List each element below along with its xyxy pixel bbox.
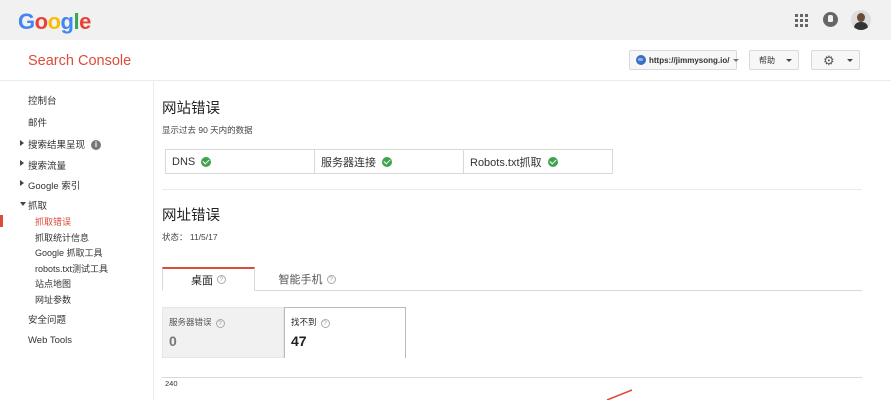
help-button[interactable]: 帮助	[749, 50, 799, 70]
site-selector[interactable]: https://jimmysong.io/	[629, 50, 740, 70]
status-label: 服务器连接	[321, 156, 376, 169]
metric-label: 找不到?	[291, 316, 330, 328]
tab-desktop[interactable]: 桌面 ?	[162, 267, 255, 291]
logo-letter: e	[79, 9, 91, 34]
check-icon	[382, 156, 392, 167]
expand-arrow-icon[interactable]	[20, 160, 24, 166]
status-label: DNS	[172, 155, 196, 168]
url-errors-title: 网址错误	[162, 208, 220, 224]
sidebar-subitem-crawl-stats[interactable]: 抓取统计信息	[35, 231, 89, 244]
server-connectivity-status[interactable]: 服务器连接	[315, 150, 464, 173]
sidebar-item-search-traffic[interactable]: 搜索流量	[28, 158, 66, 172]
sidebar-item-messages[interactable]: 邮件	[28, 115, 47, 129]
google-bar: Google	[0, 0, 891, 40]
settings-button[interactable]: ⚙	[811, 50, 860, 70]
sidebar-item-label: 搜索结果呈现	[28, 140, 86, 151]
sidebar: 控制台 邮件 搜索结果呈现 i 搜索流量 Google 索引 抓取 抓取错误 抓取…	[0, 81, 154, 400]
collapse-arrow-icon[interactable]	[20, 202, 26, 206]
sidebar-item-web-tools[interactable]: Web Tools	[28, 335, 72, 346]
tab-label: 桌面	[191, 274, 213, 287]
logo-letter: G	[18, 9, 35, 34]
sidebar-item-google-index[interactable]: Google 索引	[28, 178, 80, 192]
metric-value: 47	[291, 333, 307, 349]
sidebar-item-crawl[interactable]: 抓取	[28, 198, 47, 212]
apps-grid-icon[interactable]	[795, 14, 808, 27]
site-errors-table: DNS 服务器连接 Robots.txt抓取	[165, 149, 613, 174]
errors-chart	[606, 389, 633, 400]
globe-icon	[636, 55, 646, 65]
chevron-down-icon	[786, 59, 792, 62]
tab-smartphone[interactable]: 智能手机 ?	[262, 267, 352, 291]
logo-letter: g	[60, 9, 74, 34]
logo-letter: o	[34, 9, 48, 34]
notifications-icon[interactable]	[823, 12, 838, 27]
section-divider	[162, 189, 862, 190]
main-content: 网站错误 显示过去 90 天内的数据 DNS 服务器连接 Robots.txt抓…	[162, 81, 862, 400]
chevron-down-icon	[733, 58, 740, 62]
sidebar-subitem-fetch-as-google[interactable]: Google 抓取工具	[35, 246, 103, 259]
account-avatar[interactable]	[851, 10, 871, 30]
sidebar-subitem-url-parameters[interactable]: 网址参数	[35, 293, 71, 306]
help-circle-icon[interactable]: ?	[217, 275, 226, 284]
check-icon	[547, 156, 558, 167]
expand-arrow-icon[interactable]	[20, 180, 24, 186]
sidebar-subitem-crawl-errors[interactable]: 抓取错误	[35, 215, 71, 228]
info-icon[interactable]: i	[91, 140, 102, 151]
metric-label-text: 服务器错误	[169, 317, 212, 327]
sidebar-subitem-sitemaps[interactable]: 站点地图	[35, 277, 71, 290]
gear-icon: ⚙	[823, 53, 835, 68]
metric-not-found[interactable]: 找不到? 47	[284, 307, 406, 358]
status-label: Robots.txt抓取	[470, 156, 542, 169]
console-header: Search Console https://jimmysong.io/ 帮助 …	[0, 40, 891, 81]
logo-letter: o	[47, 9, 61, 34]
product-title[interactable]: Search Console	[28, 53, 131, 69]
dns-status[interactable]: DNS	[166, 150, 315, 173]
metric-value: 0	[169, 333, 177, 349]
metric-label-text: 找不到	[291, 317, 317, 327]
robots-fetch-status[interactable]: Robots.txt抓取	[464, 150, 612, 173]
active-indicator	[0, 215, 3, 227]
google-logo[interactable]: Google	[18, 9, 91, 35]
sidebar-item-search-appearance[interactable]: 搜索结果呈现 i	[28, 137, 102, 151]
metric-server-error[interactable]: 服务器错误? 0	[162, 307, 284, 358]
metric-label: 服务器错误?	[169, 316, 225, 328]
sidebar-item-security-issues[interactable]: 安全问题	[28, 312, 66, 326]
chevron-down-icon	[847, 59, 853, 62]
sidebar-subitem-robots-tester[interactable]: robots.txt测试工具	[35, 262, 108, 275]
url-errors-status: 状态： 11/5/17	[162, 232, 218, 242]
expand-arrow-icon[interactable]	[20, 140, 24, 146]
device-tabs: 桌面 ? 智能手机 ?	[162, 267, 862, 291]
site-url: https://jimmysong.io/	[649, 55, 730, 65]
check-icon	[201, 156, 212, 167]
help-label: 帮助	[759, 55, 775, 65]
errors-series-line	[606, 389, 633, 400]
sidebar-item-dashboard[interactable]: 控制台	[28, 93, 57, 107]
site-errors-subtitle: 显示过去 90 天内的数据	[162, 125, 253, 135]
tab-label: 智能手机	[278, 274, 323, 286]
help-circle-icon[interactable]: ?	[320, 319, 330, 328]
help-circle-icon[interactable]: ?	[215, 319, 225, 328]
site-errors-title: 网站错误	[162, 101, 220, 117]
help-circle-icon[interactable]: ?	[326, 274, 336, 284]
